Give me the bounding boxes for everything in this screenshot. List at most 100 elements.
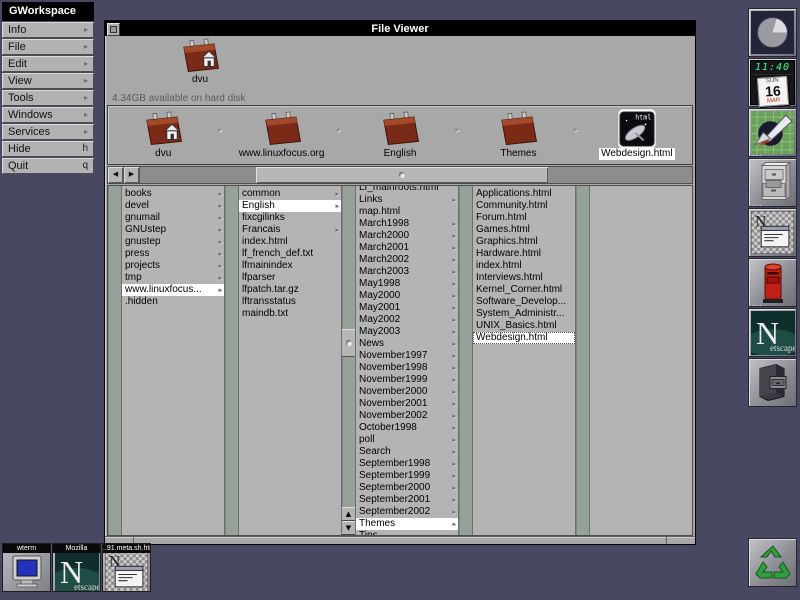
browser-item[interactable]: November2001▸ (356, 398, 458, 410)
browser-item[interactable]: November1999▸ (356, 374, 458, 386)
browser-item[interactable]: May2002▸ (356, 314, 458, 326)
browser-item[interactable]: September1998▸ (356, 458, 458, 470)
browser-item[interactable]: Lf_mainroots.html (356, 186, 458, 194)
browser-item[interactable]: May2001▸ (356, 302, 458, 314)
miniwindow-mozilla[interactable]: MozillaNetscape (52, 543, 101, 592)
dock-tile-gimp[interactable]: ... (748, 108, 797, 157)
current-folder-icon[interactable]: dvu (172, 38, 228, 86)
browser-item[interactable]: English▸ (239, 200, 341, 212)
dock-tile-drawer-cabinet[interactable] (748, 358, 797, 407)
column-scrollbar[interactable] (576, 186, 590, 535)
browser-item[interactable]: GNUstep▸ (122, 224, 224, 236)
scrollbar-track[interactable] (140, 167, 692, 183)
menu-item-tools[interactable]: Tools▸ (2, 90, 94, 106)
browser-item[interactable]: Applications.html (473, 188, 575, 200)
shelf-item-www-linuxfocus-org[interactable]: www.linuxfocus.org (226, 106, 336, 164)
browser-item[interactable]: books▸ (122, 188, 224, 200)
app-menu-title[interactable]: GWorkspace (2, 2, 94, 21)
browser-item[interactable]: News▸ (356, 338, 458, 350)
menu-item-services[interactable]: Services▸ (2, 124, 94, 140)
browser-item[interactable]: Themes▸ (356, 518, 458, 530)
browser-item[interactable]: maindb.txt (239, 308, 341, 320)
browser-item[interactable]: lf_french_def.txt (239, 248, 341, 260)
window-titlebar[interactable]: File Viewer (105, 21, 695, 36)
browser-item[interactable]: lfparser (239, 272, 341, 284)
menu-item-file[interactable]: File▸ (2, 39, 94, 55)
browser-item[interactable]: gnustep▸ (122, 236, 224, 248)
dock-tile-netscape[interactable]: Netscape (748, 308, 797, 357)
browser-item[interactable]: Software_Develop... (473, 296, 575, 308)
dock-tile-file-cabinet[interactable]: ... (748, 158, 797, 207)
browser-item[interactable]: gnumail▸ (122, 212, 224, 224)
browser-item[interactable]: map.html (356, 206, 458, 218)
shelf-item-themes[interactable]: Themes (463, 106, 573, 164)
menu-item-info[interactable]: Info▸ (2, 22, 94, 38)
browser-item[interactable]: Community.html (473, 200, 575, 212)
column-scrollbar[interactable] (225, 186, 239, 535)
browser-item[interactable]: November2002▸ (356, 410, 458, 422)
window-resize-bar[interactable] (105, 536, 695, 544)
browser-item[interactable]: September1999▸ (356, 470, 458, 482)
browser-item[interactable]: March2003▸ (356, 266, 458, 278)
browser-item[interactable]: index.html (239, 236, 341, 248)
shelf-item-webdesign-html[interactable]: htmlWebdesign.html (582, 106, 692, 164)
browser-item[interactable]: .hidden (122, 296, 224, 308)
miniwindow-91-meta-sh-html[interactable]: ..91.meta.sh.htmlN (102, 543, 151, 592)
dock-tile-recycler[interactable] (748, 538, 797, 587)
browser-item[interactable]: March1998▸ (356, 218, 458, 230)
browser-item[interactable]: lfpatch.tar.gz (239, 284, 341, 296)
column-scrollbar[interactable] (108, 186, 122, 535)
browser-item[interactable]: May2000▸ (356, 290, 458, 302)
menu-item-quit[interactable]: Quitq (2, 158, 94, 174)
browser-item[interactable]: September2002▸ (356, 506, 458, 518)
browser-item[interactable]: Kernel_Corner.html (473, 284, 575, 296)
browser-item[interactable]: Forum.html (473, 212, 575, 224)
shelf-item-english[interactable]: English (345, 106, 455, 164)
column-scrollbar[interactable]: ▲▼ (342, 186, 356, 535)
browser-item[interactable]: lfmainindex (239, 260, 341, 272)
browser-item[interactable]: UNIX_Basics.html (473, 320, 575, 332)
column-scrollbar[interactable] (459, 186, 473, 535)
scrollbar-knob[interactable] (342, 329, 355, 357)
dock-tile-postbox[interactable]: ... (748, 258, 797, 307)
miniaturize-button[interactable] (107, 23, 120, 36)
dock-tile-gnustep-sphere[interactable] (748, 8, 797, 57)
scroll-down-button[interactable]: ▼ (342, 521, 355, 535)
browser-item[interactable]: Interviews.html (473, 272, 575, 284)
browser-item[interactable]: Webdesign.html (473, 332, 575, 344)
browser-item[interactable]: tmp▸ (122, 272, 224, 284)
browser-item[interactable]: System_Administr... (473, 308, 575, 320)
browser-item[interactable]: www.linuxfocus...▸ (122, 284, 224, 296)
browser-item[interactable]: devel▸ (122, 200, 224, 212)
browser-item[interactable]: Graphics.html (473, 236, 575, 248)
shelf-horizontal-scrollbar[interactable]: ◀ ▶ (107, 166, 693, 184)
browser-item[interactable]: poll▸ (356, 434, 458, 446)
browser-item[interactable]: common▸ (239, 188, 341, 200)
browser-item[interactable]: index.html (473, 260, 575, 272)
browser-item[interactable]: Games.html (473, 224, 575, 236)
miniwindow-wterm[interactable]: wterm (2, 543, 51, 592)
browser-item[interactable]: September2000▸ (356, 482, 458, 494)
browser-item[interactable]: Search▸ (356, 446, 458, 458)
dock-tile-html-editor[interactable]: N (748, 208, 797, 257)
browser-item[interactable]: March2001▸ (356, 242, 458, 254)
shelf-item-dvu[interactable]: dvu (108, 106, 218, 164)
browser-item[interactable]: March2002▸ (356, 254, 458, 266)
browser-item[interactable]: November2000▸ (356, 386, 458, 398)
browser-item[interactable]: November1998▸ (356, 362, 458, 374)
menu-item-view[interactable]: View▸ (2, 73, 94, 89)
browser-item[interactable]: September2001▸ (356, 494, 458, 506)
browser-item[interactable]: fixcgilinks (239, 212, 341, 224)
browser-item[interactable]: press▸ (122, 248, 224, 260)
browser-item[interactable]: November1997▸ (356, 350, 458, 362)
scrollbar-knob[interactable] (256, 167, 549, 183)
scroll-left-button[interactable]: ◀ (108, 167, 124, 183)
browser-item[interactable]: May2003▸ (356, 326, 458, 338)
browser-item[interactable]: lftransstatus (239, 296, 341, 308)
browser-item[interactable]: May1998▸ (356, 278, 458, 290)
browser-item[interactable]: Tips▸ (356, 530, 458, 535)
browser-item[interactable]: projects▸ (122, 260, 224, 272)
browser-item[interactable]: October1998▸ (356, 422, 458, 434)
browser-item[interactable]: Francais▸ (239, 224, 341, 236)
browser-item[interactable]: Links▸ (356, 194, 458, 206)
